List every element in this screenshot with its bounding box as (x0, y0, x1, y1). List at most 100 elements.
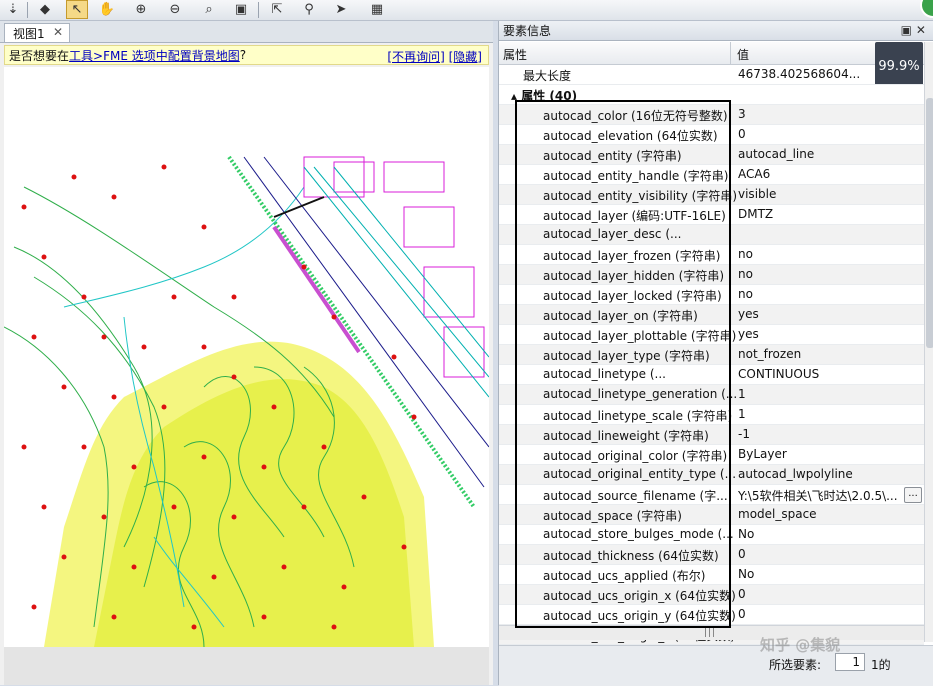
zoom-extent-icon[interactable]: ⌕ (198, 0, 220, 19)
attribute-row[interactable]: autocad_layer_frozen (字符串) no (499, 245, 924, 265)
attribute-row[interactable]: autocad_entity_visibility (字符串) visible (499, 185, 924, 205)
column-separator (730, 245, 731, 264)
zoom-in-icon[interactable]: ⊕ (130, 0, 152, 19)
row-key: autocad_layer_frozen (字符串) (543, 249, 721, 263)
attribute-row[interactable]: autocad_thickness (64位实数) 0 (499, 545, 924, 565)
row-value: visible (738, 187, 777, 201)
selected-features-input[interactable]: 1 (835, 653, 865, 671)
attribute-row[interactable]: autocad_linetype (... CONTINUOUS (499, 365, 924, 385)
attribute-row[interactable]: autocad_color (16位无符号整数) 3 (499, 105, 924, 125)
sort-icon[interactable]: ⇣ (2, 0, 24, 19)
toolbar-separator (27, 2, 28, 18)
attribute-row[interactable]: autocad_store_bulges_mode (... No (499, 525, 924, 545)
column-separator (730, 385, 731, 404)
column-separator (730, 445, 731, 464)
column-separator[interactable] (730, 42, 731, 64)
column-separator (730, 205, 731, 224)
attribute-row[interactable]: autocad_layer (编码:UTF-16LE) DMTZ (499, 205, 924, 225)
column-separator (730, 405, 731, 424)
select-arrow-icon[interactable]: ↖ (66, 0, 88, 19)
row-value: DMTZ (738, 207, 774, 221)
notice-suffix: ? (239, 48, 247, 62)
max-length-row[interactable]: 最大长度 46738.402568604... (499, 65, 924, 85)
column-property[interactable]: 属性 (503, 46, 527, 63)
row-value: yes (738, 307, 759, 321)
attribute-group-row[interactable]: ▴ 属性 (40) (499, 85, 924, 105)
column-separator (730, 285, 731, 304)
zoom-box-icon[interactable]: ▣ (230, 0, 252, 19)
hand-pan-icon[interactable]: ✋ (96, 0, 118, 19)
attribute-row[interactable]: autocad_space (字符串) model_space (499, 505, 924, 525)
feature-info-header: 要素信息 ▣✕ (499, 21, 933, 41)
attribute-row[interactable]: autocad_original_color (字符串) ByLayer (499, 445, 924, 465)
attribute-row[interactable]: autocad_elevation (64位实数) 0 (499, 125, 924, 145)
cube-icon[interactable]: ◆ (34, 0, 56, 19)
row-key: autocad_layer_hidden (字符串) (543, 269, 725, 283)
column-separator (730, 345, 731, 364)
attribute-row[interactable]: autocad_linetype_scale (字符串) 1 (499, 405, 924, 425)
close-icon[interactable]: ✕ (53, 25, 63, 39)
row-value: 1 (738, 387, 746, 401)
attribute-row[interactable]: autocad_layer_hidden (字符串) no (499, 265, 924, 285)
row-value: ACA6 (738, 167, 771, 181)
column-separator (730, 545, 731, 564)
row-key: autocad_linetype (... (543, 367, 666, 381)
toolbar-separator (258, 2, 259, 18)
pin-and-close-icons[interactable]: ▣✕ (901, 23, 930, 37)
attribute-row[interactable]: autocad_source_filename (字... Y:\5软件相关\飞时… (499, 485, 924, 505)
row-key: autocad_ucs_origin_y (64位实数) (543, 609, 736, 623)
arrow-icon[interactable]: ➤ (330, 0, 352, 19)
browse-button[interactable]: ... (904, 487, 922, 503)
select-tool-icon[interactable]: ⇱ (266, 0, 288, 19)
attribute-row[interactable]: autocad_ucs_applied (布尔) No (499, 565, 924, 585)
hide-link[interactable]: [隐藏] (449, 50, 482, 64)
dont-ask-again-link[interactable]: [不再询问] (387, 50, 444, 64)
attribute-row[interactable]: autocad_layer_type (字符串) not_frozen (499, 345, 924, 365)
row-key: autocad_layer_plottable (字符串) (543, 329, 737, 343)
column-separator (730, 325, 731, 344)
row-value: No (738, 527, 755, 541)
horizontal-scrollbar[interactable]: ||| (499, 625, 924, 640)
attribute-row[interactable]: autocad_linetype_generation (... 1 (499, 385, 924, 405)
row-key: autocad_layer_on (字符串) (543, 309, 698, 323)
row-key: autocad_layer_desc (... (543, 227, 682, 241)
row-value: autocad_lwpolyline (738, 467, 853, 481)
attribute-row[interactable]: autocad_entity_handle (字符串) ACA6 (499, 165, 924, 185)
attribute-row[interactable]: autocad_layer_desc (... (499, 225, 924, 245)
row-key: autocad_original_entity_type (... (543, 467, 737, 481)
row-key: autocad_original_color (字符串) (543, 449, 728, 463)
attribute-row[interactable]: autocad_ucs_origin_y (64位实数) 0 (499, 605, 924, 625)
pin-icon[interactable]: ⚲ (298, 0, 320, 19)
map-canvas[interactable] (4, 67, 489, 647)
watermark: 知乎 @集貌 (760, 636, 841, 654)
attribute-row[interactable]: autocad_lineweight (字符串) -1 (499, 425, 924, 445)
attribute-row[interactable]: autocad_layer_plottable (字符串) yes (499, 325, 924, 345)
row-value: CONTINUOUS (738, 367, 820, 381)
row-value: no (738, 287, 753, 301)
attribute-row[interactable]: autocad_entity (字符串) autocad_line (499, 145, 924, 165)
column-separator (730, 305, 731, 324)
attribute-row[interactable]: autocad_original_entity_type (... autocad… (499, 465, 924, 485)
scroll-thumb[interactable] (926, 98, 933, 348)
row-value: yes (738, 327, 759, 341)
column-separator (730, 125, 731, 144)
configure-background-map-link[interactable]: 工具>FME 选项中配置背景地图 (69, 47, 240, 64)
attribute-row[interactable]: autocad_layer_on (字符串) yes (499, 305, 924, 325)
tab-view1[interactable]: 视图1 ✕ (4, 23, 70, 42)
attribute-row[interactable]: autocad_ucs_origin_x (64位实数) 0 (499, 585, 924, 605)
attribute-row[interactable]: autocad_layer_locked (字符串) no (499, 285, 924, 305)
grid-icon[interactable]: ▦ (366, 0, 388, 19)
column-value[interactable]: 值 (737, 46, 749, 63)
row-key: autocad_ucs_applied (布尔) (543, 569, 706, 583)
row-value: no (738, 267, 753, 281)
column-separator (730, 425, 731, 444)
row-value: autocad_line (738, 147, 815, 161)
row-value: ByLayer (738, 447, 787, 461)
status-bar: 所选要素: 1 1的 (499, 645, 933, 686)
zoom-out-icon[interactable]: ⊖ (164, 0, 186, 19)
row-key: autocad_layer_locked (字符串) (543, 289, 722, 303)
column-separator (730, 525, 731, 544)
vertical-scrollbar[interactable] (924, 42, 933, 642)
scroll-grip-icon[interactable]: ||| (704, 628, 716, 638)
row-key: autocad_entity_visibility (字符串) (543, 189, 738, 203)
